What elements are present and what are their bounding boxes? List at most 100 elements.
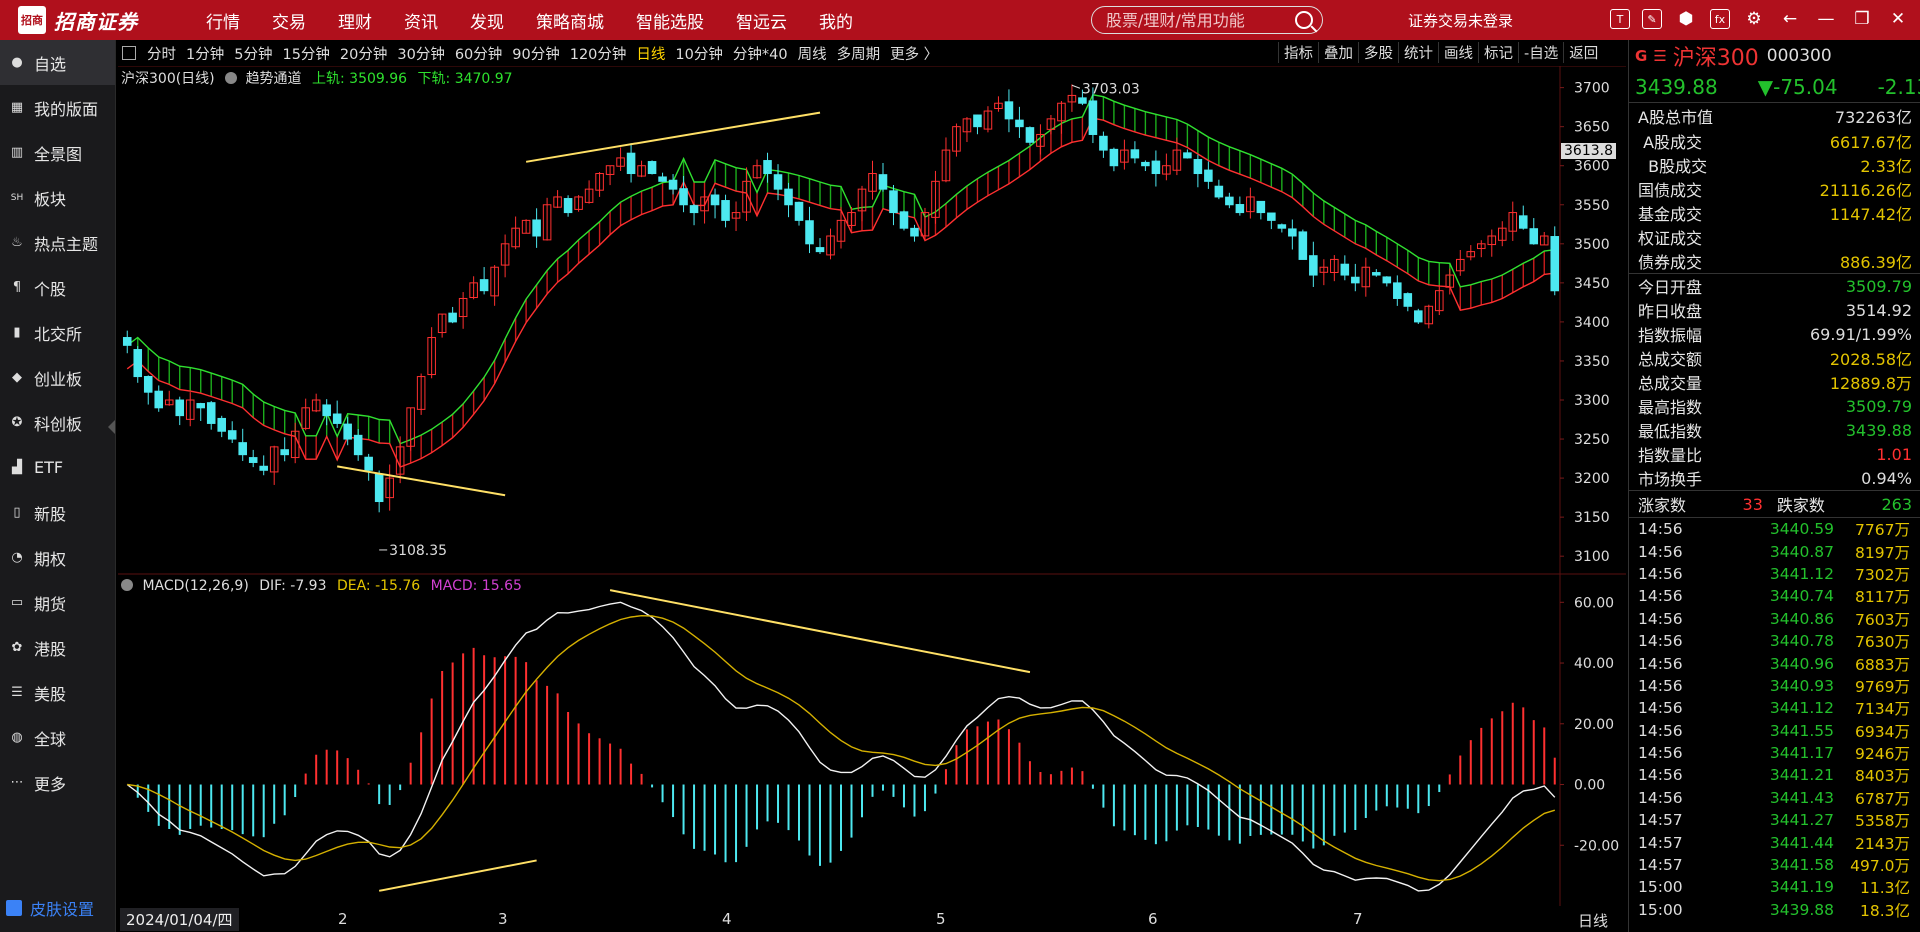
sidebar-item[interactable]: ◆ 创业板 bbox=[0, 355, 115, 400]
sidebar-item[interactable]: ◔ 期权 bbox=[0, 535, 115, 580]
chart-tool-button[interactable]: 返回 bbox=[1563, 42, 1603, 63]
sidebar-item[interactable]: ▦ 我的版面 bbox=[0, 85, 115, 130]
nav-item[interactable]: 资讯 bbox=[404, 8, 438, 33]
sidebar-item[interactable]: ⋯ 更多 bbox=[0, 760, 115, 805]
period-tab[interactable]: 60分钟 bbox=[455, 43, 502, 64]
stat-row: 权证成交 bbox=[1629, 225, 1920, 249]
stat-row: B股成交 2.33亿 bbox=[1629, 153, 1920, 177]
sidebar-item[interactable]: ▮ 北交所 bbox=[0, 310, 115, 355]
candle-body bbox=[196, 403, 206, 409]
stat-label: 最低指数 bbox=[1638, 422, 1703, 441]
g-icon[interactable]: G bbox=[1635, 47, 1647, 65]
nav-item[interactable]: 行情 bbox=[206, 8, 240, 33]
chart-tool-button[interactable]: 叠加 bbox=[1318, 42, 1358, 63]
period-tab[interactable]: 120分钟 bbox=[570, 43, 627, 64]
period-tab[interactable]: 更多 〉 bbox=[890, 43, 938, 64]
nav-item[interactable]: 交易 bbox=[272, 8, 306, 33]
period-tab[interactable]: 分时 bbox=[147, 43, 176, 64]
login-status[interactable]: 证券交易未登录 bbox=[1408, 10, 1513, 31]
sidebar-item[interactable]: ▥ 全景图 bbox=[0, 130, 115, 175]
chart-tool-button[interactable]: 多股 bbox=[1358, 42, 1398, 63]
brand-logo[interactable]: 招商 招商证券 bbox=[0, 6, 190, 35]
chart-tool-button[interactable]: 统计 bbox=[1398, 42, 1438, 63]
nav-item[interactable]: 我的 bbox=[819, 8, 853, 33]
sidebar-item[interactable]: ✪ 科创板 bbox=[0, 400, 115, 445]
nav-item[interactable]: 发现 bbox=[470, 8, 504, 33]
skin-settings-label: 皮肤设置 bbox=[30, 900, 95, 919]
period-tab[interactable]: 10分钟 bbox=[675, 43, 722, 64]
gear-icon[interactable]: ⚙ bbox=[1742, 7, 1766, 31]
window-tools: T ✎ ⬢ fx ⚙ ← — ❐ ✕ bbox=[1598, 7, 1910, 31]
period-tab[interactable]: 日线 bbox=[636, 43, 665, 64]
menu-icon[interactable]: ☰ bbox=[1653, 47, 1666, 65]
sidebar-item[interactable]: ▟ ETF bbox=[0, 445, 115, 490]
period-tab[interactable]: 多周期 bbox=[837, 43, 881, 64]
chart-canvas[interactable]: 3100 3150 3200 3250 3300 3350 3400 3450 3500 3550… bbox=[118, 66, 1626, 906]
cube-icon[interactable]: ⬢ bbox=[1674, 7, 1698, 31]
tick-price: 3440.78 bbox=[1769, 632, 1834, 651]
sidebar-item[interactable]: ☰ 美股 bbox=[0, 670, 115, 715]
sidebar-item[interactable]: ▯ 新股 bbox=[0, 490, 115, 535]
indicator-toggle-icon[interactable] bbox=[225, 72, 238, 84]
stat-value: 1147.42亿 bbox=[1829, 205, 1912, 224]
period-tab[interactable]: 15分钟 bbox=[282, 43, 329, 64]
search-box[interactable] bbox=[1091, 6, 1323, 34]
sidebar-collapse-icon[interactable] bbox=[108, 420, 115, 434]
trade-icon[interactable]: T bbox=[1610, 9, 1630, 29]
tick-volume: 7302万 bbox=[1855, 565, 1910, 584]
nav-item[interactable]: 理财 bbox=[338, 8, 372, 33]
back-arrow-icon[interactable]: ← bbox=[1778, 7, 1802, 31]
layout-toggle-icon[interactable] bbox=[122, 46, 136, 60]
sidebar-item[interactable]: ● 自选 bbox=[0, 40, 115, 85]
edit-icon[interactable]: ✎ bbox=[1642, 9, 1662, 29]
sidebar-item[interactable]: ▭ 期货 bbox=[0, 580, 115, 625]
record-icon: ● bbox=[11, 55, 23, 70]
main-nav: 行情 交易 理财 资讯 发现 策略商城 智能选股 智远云 我的 bbox=[190, 8, 869, 33]
close-icon[interactable]: ✕ bbox=[1886, 7, 1910, 31]
stat-row: 最低指数 3439.88 bbox=[1629, 418, 1920, 442]
tick-price: 3441.17 bbox=[1769, 744, 1834, 763]
period-tab[interactable]: 90分钟 bbox=[512, 43, 559, 64]
period-tab[interactable]: 1分钟 bbox=[186, 43, 224, 64]
candle-body bbox=[1256, 200, 1266, 214]
period-tab[interactable]: 5分钟 bbox=[234, 43, 272, 64]
chart-tool-button[interactable]: -自选 bbox=[1518, 42, 1563, 63]
chart-tool-button[interactable]: 指标 bbox=[1278, 42, 1318, 63]
minimize-icon[interactable]: — bbox=[1814, 7, 1838, 31]
chart-tool-button[interactable]: 标记 bbox=[1478, 42, 1518, 63]
nav-item[interactable]: 智能选股 bbox=[636, 8, 704, 33]
macd-tick-label: -20.00 bbox=[1574, 838, 1619, 854]
sidebar-item[interactable]: ◍ 全球 bbox=[0, 715, 115, 760]
indicator-name[interactable]: 趋势通道 bbox=[246, 71, 302, 87]
nav-item[interactable]: 策略商城 bbox=[536, 8, 604, 33]
period-tab[interactable]: 分钟*40 bbox=[733, 43, 788, 64]
tick-list[interactable]: 14:56 3440.59 7767万 14:56 3440.87 8197万 14:56 3… bbox=[1629, 518, 1920, 921]
sidebar-item[interactable]: ¶ 个股 bbox=[0, 265, 115, 310]
stat-row: 总成交额 2028.58亿 bbox=[1629, 346, 1920, 370]
tick-row: 14:56 3441.21 8403万 bbox=[1629, 764, 1920, 786]
sidebar-item[interactable]: ✿ 港股 bbox=[0, 625, 115, 670]
period-tab[interactable]: 周线 bbox=[798, 43, 827, 64]
skin-settings-button[interactable]: 皮肤设置 bbox=[6, 896, 94, 920]
search-icon[interactable] bbox=[1295, 11, 1313, 29]
tick-time: 15:00 bbox=[1638, 878, 1683, 897]
macd-name[interactable]: MACD(12,26,9) bbox=[142, 578, 248, 594]
candle-body bbox=[227, 430, 237, 440]
stat-value: 6617.67亿 bbox=[1829, 133, 1912, 152]
period-tag[interactable]: 日线 bbox=[1578, 910, 1608, 931]
search-input[interactable] bbox=[1106, 10, 1291, 30]
tick-price: 3439.88 bbox=[1769, 900, 1834, 919]
stat-row: 最高指数 3509.79 bbox=[1629, 394, 1920, 418]
formula-icon[interactable]: fx bbox=[1710, 9, 1730, 29]
nav-item[interactable]: 智远云 bbox=[736, 8, 787, 33]
macd-toggle-icon[interactable] bbox=[121, 579, 133, 591]
candle-body bbox=[364, 456, 373, 471]
sidebar-item[interactable]: ♨ 热点主题 bbox=[0, 220, 115, 265]
period-tab[interactable]: 30分钟 bbox=[397, 43, 444, 64]
sidebar-item[interactable]: SH 板块 bbox=[0, 175, 115, 220]
chart-tool-button[interactable]: 画线 bbox=[1438, 42, 1478, 63]
period-tab[interactable]: 20分钟 bbox=[340, 43, 387, 64]
restore-icon[interactable]: ❐ bbox=[1850, 7, 1874, 31]
price-tick-label: 3250 bbox=[1574, 432, 1610, 448]
candle-body bbox=[322, 404, 331, 417]
